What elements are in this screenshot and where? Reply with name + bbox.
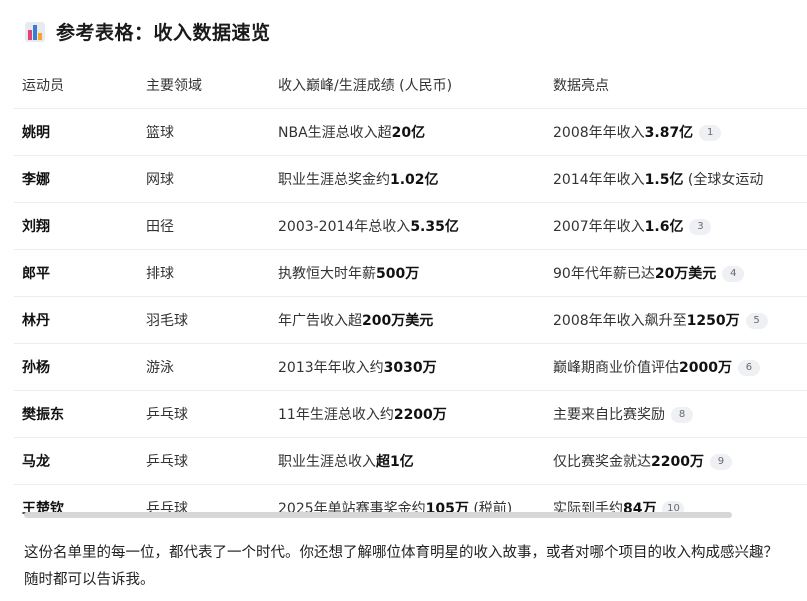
- citation-badge[interactable]: 9: [709, 454, 732, 470]
- citation-badge[interactable]: 8: [671, 407, 693, 423]
- income-text: 职业生涯总奖金约: [278, 172, 390, 188]
- highlight-figure: 1250万: [686, 313, 740, 329]
- income-figure: 5.35亿: [410, 219, 459, 235]
- athlete-name: 刘翔: [14, 202, 138, 250]
- highlight-text: 2008年年收入飙升至: [553, 313, 687, 329]
- citation-badge[interactable]: 5: [745, 313, 768, 329]
- citation-badge[interactable]: 6: [737, 360, 760, 376]
- column-header-field: 主要领域: [138, 62, 270, 109]
- income-table: 运动员 主要领域 收入巅峰/生涯成绩 (人民币) 数据亮点 姚明 篮球 NBA生涯总…: [14, 62, 807, 522]
- sport-field: 游泳: [138, 343, 270, 391]
- sport-field: 网球: [138, 155, 270, 203]
- highlight-figure: 3.87亿: [644, 125, 694, 141]
- income-cell: 执教恒大时年薪500万: [270, 249, 545, 297]
- athlete-name: 李娜: [14, 155, 138, 203]
- sport-field: 排球: [138, 249, 270, 297]
- table-row: 刘翔 田径 2003-2014年总收入5.35亿 2007年年收入1.6亿 3: [14, 202, 807, 250]
- highlight-cell: 巅峰期商业价值评估2000万 6: [545, 343, 807, 391]
- athlete-name: 郎平: [14, 249, 138, 297]
- highlight-text: 主要来自比赛奖励: [553, 407, 665, 423]
- citation-badge[interactable]: 1: [699, 125, 722, 141]
- citation-badge[interactable]: 3: [689, 219, 712, 235]
- highlight-figure: 1.5亿: [644, 172, 684, 188]
- sport-field: 乒乓球: [138, 390, 270, 438]
- closing-paragraph: 这份名单里的每一位，都代表了一个时代。你还想了解哪位体育明星的收入故事，或者对哪…: [24, 545, 778, 588]
- page: 参考表格：收入数据速览 运动员 主要领域 收入巅峰/生涯成绩 (人民币) 数据亮…: [0, 0, 807, 601]
- highlight-text: 2007年年收入: [553, 219, 645, 235]
- income-cell: 职业生涯总收入超1亿: [270, 437, 545, 485]
- table-row: 郎平 排球 执教恒大时年薪500万 90年代年薪已达20万美元 4: [14, 249, 807, 297]
- highlight-figure: 1.6亿: [644, 219, 684, 235]
- income-text: 职业生涯总收入: [278, 454, 376, 470]
- income-text: 执教恒大时年薪: [278, 266, 376, 282]
- athlete-name: 孙杨: [14, 343, 138, 391]
- column-header-highlight: 数据亮点: [545, 62, 807, 109]
- table-header-row: 运动员 主要领域 收入巅峰/生涯成绩 (人民币) 数据亮点: [14, 62, 807, 109]
- highlight-figure: 2200万: [651, 454, 704, 470]
- athlete-name: 樊振东: [14, 390, 138, 438]
- table-row: 马龙 乒乓球 职业生涯总收入超1亿 仅比赛奖金就达2200万 9: [14, 437, 807, 485]
- table-row: 林丹 羽毛球 年广告收入超200万美元 2008年年收入飙升至1250万 5: [14, 296, 807, 344]
- highlight-text: 90年代年薪已达: [553, 266, 655, 282]
- income-cell: 年广告收入超200万美元: [270, 296, 545, 344]
- sport-field: 篮球: [138, 108, 270, 156]
- income-figure: 1.02亿: [390, 172, 439, 188]
- income-text: 11年生涯总收入约: [278, 407, 394, 423]
- sport-field: 羽毛球: [138, 296, 270, 344]
- citation-badge[interactable]: 4: [722, 266, 745, 282]
- table-row: 孙杨 游泳 2013年年收入约3030万 巅峰期商业价值评估2000万 6: [14, 343, 807, 391]
- highlight-cell: 仅比赛奖金就达2200万 9: [545, 437, 807, 485]
- table-row: 樊振东 乒乓球 11年生涯总收入约2200万 主要来自比赛奖励 8: [14, 390, 807, 438]
- table-scroll-container[interactable]: 运动员 主要领域 收入巅峰/生涯成绩 (人民币) 数据亮点 姚明 篮球 NBA生涯总…: [14, 62, 807, 522]
- income-text: 年广告收入超: [278, 313, 362, 329]
- income-figure: 500万: [376, 266, 420, 282]
- highlight-text: 2008年年收入: [553, 125, 645, 141]
- bar-chart-icon: [25, 21, 45, 42]
- table-row: 姚明 篮球 NBA生涯总收入超20亿 2008年年收入3.87亿 1: [14, 108, 807, 156]
- highlight-text: 巅峰期商业价值评估: [553, 360, 679, 376]
- income-text: 2003-2014年总收入: [278, 219, 411, 235]
- column-header-athlete: 运动员: [14, 62, 138, 109]
- income-cell: 2013年年收入约3030万: [270, 343, 545, 391]
- highlight-text: 仅比赛奖金就达: [553, 454, 651, 470]
- highlight-figure: 20万美元: [654, 266, 717, 282]
- income-figure: 2200万: [393, 407, 447, 423]
- table-body: 姚明 篮球 NBA生涯总收入超20亿 2008年年收入3.87亿 1 李娜 网球 职业生涯总奖…: [14, 108, 807, 522]
- highlight-figure: 2000万: [679, 360, 732, 376]
- highlight-note: (全球女运动: [683, 172, 764, 188]
- highlight-cell: 2008年年收入3.87亿 1: [545, 108, 807, 156]
- income-cell: 职业生涯总奖金约1.02亿: [270, 155, 545, 203]
- income-figure: 超1亿: [376, 454, 414, 470]
- horizontal-scrollbar[interactable]: [24, 512, 732, 518]
- income-cell: 11年生涯总收入约2200万: [270, 390, 545, 438]
- page-title: 参考表格：收入数据速览: [56, 22, 271, 44]
- income-text: 2013年年收入约: [278, 360, 384, 376]
- athlete-name: 林丹: [14, 296, 138, 344]
- income-figure: 20亿: [391, 125, 426, 141]
- income-text: NBA生涯总收入超: [278, 125, 392, 141]
- sport-field: 田径: [138, 202, 270, 250]
- highlight-cell: 2008年年收入飙升至1250万 5: [545, 296, 807, 344]
- athlete-name: 姚明: [14, 108, 138, 156]
- income-cell: 2003-2014年总收入5.35亿: [270, 202, 545, 250]
- table-row: 李娜 网球 职业生涯总奖金约1.02亿 2014年年收入1.5亿 (全球女运动: [14, 155, 807, 203]
- income-figure: 200万美元: [362, 313, 434, 329]
- section-header: 参考表格：收入数据速览: [24, 18, 271, 45]
- athlete-name: 马龙: [14, 437, 138, 485]
- highlight-cell: 90年代年薪已达20万美元 4: [545, 249, 807, 297]
- income-figure: 3030万: [383, 360, 437, 376]
- highlight-cell: 主要来自比赛奖励 8: [545, 390, 807, 438]
- highlight-cell: 2007年年收入1.6亿 3: [545, 202, 807, 250]
- highlight-text: 2014年年收入: [553, 172, 645, 188]
- sport-field: 乒乓球: [138, 437, 270, 485]
- income-cell: NBA生涯总收入超20亿: [270, 108, 545, 156]
- highlight-cell: 2014年年收入1.5亿 (全球女运动: [545, 155, 807, 203]
- column-header-income: 收入巅峰/生涯成绩 (人民币): [270, 62, 545, 109]
